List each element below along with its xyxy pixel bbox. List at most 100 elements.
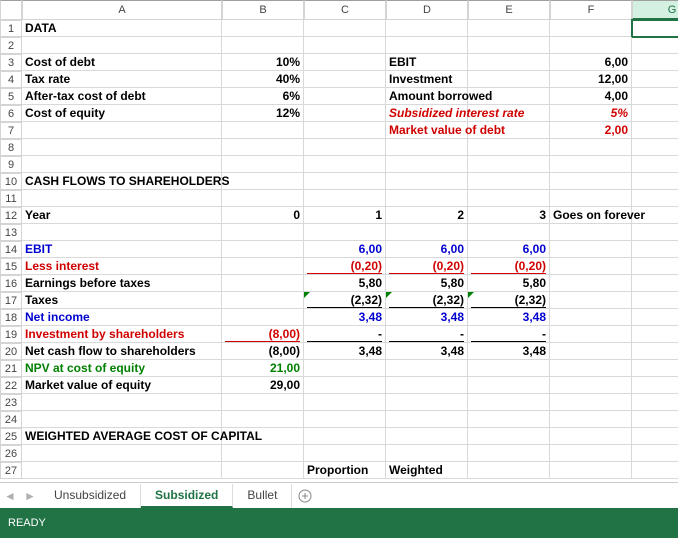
cell-E24[interactable] [468,411,550,428]
cell-F21[interactable] [550,360,632,377]
cell-B22[interactable]: 29,00 [222,377,304,394]
cell-A26[interactable] [22,445,222,462]
cell-D7[interactable]: Market value of debt [386,122,468,139]
cell-A6[interactable]: Cost of equity [22,105,222,122]
cell-C18[interactable]: 3,48 [304,309,386,326]
cell-E27[interactable] [468,462,550,479]
cell-E18[interactable]: 3,48 [468,309,550,326]
cell-E15[interactable]: (0,20) [468,258,550,275]
cell-G21[interactable] [632,360,678,377]
cell-D19[interactable]: - [386,326,468,343]
row-header-26[interactable]: 26 [0,445,22,462]
cell-G23[interactable] [632,394,678,411]
cell-F5[interactable]: 4,00 [550,88,632,105]
row-header-27[interactable]: 27 [0,462,22,479]
row-header-8[interactable]: 8 [0,139,22,156]
cell-B7[interactable] [222,122,304,139]
cell-C21[interactable] [304,360,386,377]
add-sheet-button[interactable] [292,488,318,503]
cell-A4[interactable]: Tax rate [22,71,222,88]
cell-B23[interactable] [222,394,304,411]
cell-D4[interactable]: Investment [386,71,468,88]
cell-D3[interactable]: EBIT [386,54,468,71]
cell-F1[interactable] [550,20,632,37]
cell-F8[interactable] [550,139,632,156]
cell-G10[interactable] [632,173,678,190]
cell-F9[interactable] [550,156,632,173]
cell-C25[interactable] [304,428,386,445]
spreadsheet-grid[interactable]: ABCDEFG 1DATA23Cost of debt10%EBIT6,004T… [0,0,678,482]
row-header-22[interactable]: 22 [0,377,22,394]
cell-D16[interactable]: 5,80 [386,275,468,292]
cell-F16[interactable] [550,275,632,292]
cell-D9[interactable] [386,156,468,173]
cell-C23[interactable] [304,394,386,411]
cell-B26[interactable] [222,445,304,462]
cell-G25[interactable] [632,428,678,445]
cell-B1[interactable] [222,20,304,37]
cell-B14[interactable] [222,241,304,258]
row-header-4[interactable]: 4 [0,71,22,88]
cell-E22[interactable] [468,377,550,394]
cell-D26[interactable] [386,445,468,462]
cell-C5[interactable] [304,88,386,105]
cell-G13[interactable] [632,224,678,241]
cell-G2[interactable] [632,37,678,54]
cell-A27[interactable] [22,462,222,479]
cell-E8[interactable] [468,139,550,156]
cell-A19[interactable]: Investment by shareholders [22,326,222,343]
cell-B8[interactable] [222,139,304,156]
cell-B27[interactable] [222,462,304,479]
column-header-G[interactable]: G [632,0,678,20]
cell-A25[interactable]: WEIGHTED AVERAGE COST OF CAPITAL [22,428,222,445]
cell-D27[interactable]: Weighted [386,462,468,479]
cell-A15[interactable]: Less interest [22,258,222,275]
cell-B3[interactable]: 10% [222,54,304,71]
row-header-21[interactable]: 21 [0,360,22,377]
cell-C4[interactable] [304,71,386,88]
cell-A9[interactable] [22,156,222,173]
cell-E25[interactable] [468,428,550,445]
cell-F25[interactable] [550,428,632,445]
cell-B24[interactable] [222,411,304,428]
cell-C8[interactable] [304,139,386,156]
cell-B15[interactable] [222,258,304,275]
cell-G1[interactable] [632,20,678,37]
cell-A17[interactable]: Taxes [22,292,222,309]
sheet-tab-subsidized[interactable]: Subsidized [141,484,233,508]
column-header-D[interactable]: D [386,0,468,20]
row-header-25[interactable]: 25 [0,428,22,445]
cell-C9[interactable] [304,156,386,173]
cell-D6[interactable]: Subsidized interest rate [386,105,468,122]
cell-D1[interactable] [386,20,468,37]
cell-F22[interactable] [550,377,632,394]
cell-D17[interactable]: (2,32) [386,292,468,309]
cell-A16[interactable]: Earnings before taxes [22,275,222,292]
cell-D11[interactable] [386,190,468,207]
cell-B19[interactable]: (8,00) [222,326,304,343]
cell-C1[interactable] [304,20,386,37]
cell-F12[interactable]: Goes on forever [550,207,632,224]
cell-G24[interactable] [632,411,678,428]
cell-C13[interactable] [304,224,386,241]
cell-B13[interactable] [222,224,304,241]
cell-C15[interactable]: (0,20) [304,258,386,275]
cell-D15[interactable]: (0,20) [386,258,468,275]
cell-A11[interactable] [22,190,222,207]
cell-F23[interactable] [550,394,632,411]
cell-G6[interactable] [632,105,678,122]
cell-D24[interactable] [386,411,468,428]
cell-G15[interactable] [632,258,678,275]
cell-G27[interactable] [632,462,678,479]
cell-C17[interactable]: (2,32) [304,292,386,309]
cell-C22[interactable] [304,377,386,394]
tab-nav-prev-icon[interactable]: ◄ [0,489,20,503]
cell-F4[interactable]: 12,00 [550,71,632,88]
cell-F15[interactable] [550,258,632,275]
row-header-16[interactable]: 16 [0,275,22,292]
cell-F24[interactable] [550,411,632,428]
cell-A13[interactable] [22,224,222,241]
cell-D22[interactable] [386,377,468,394]
cell-G4[interactable] [632,71,678,88]
cell-B5[interactable]: 6% [222,88,304,105]
